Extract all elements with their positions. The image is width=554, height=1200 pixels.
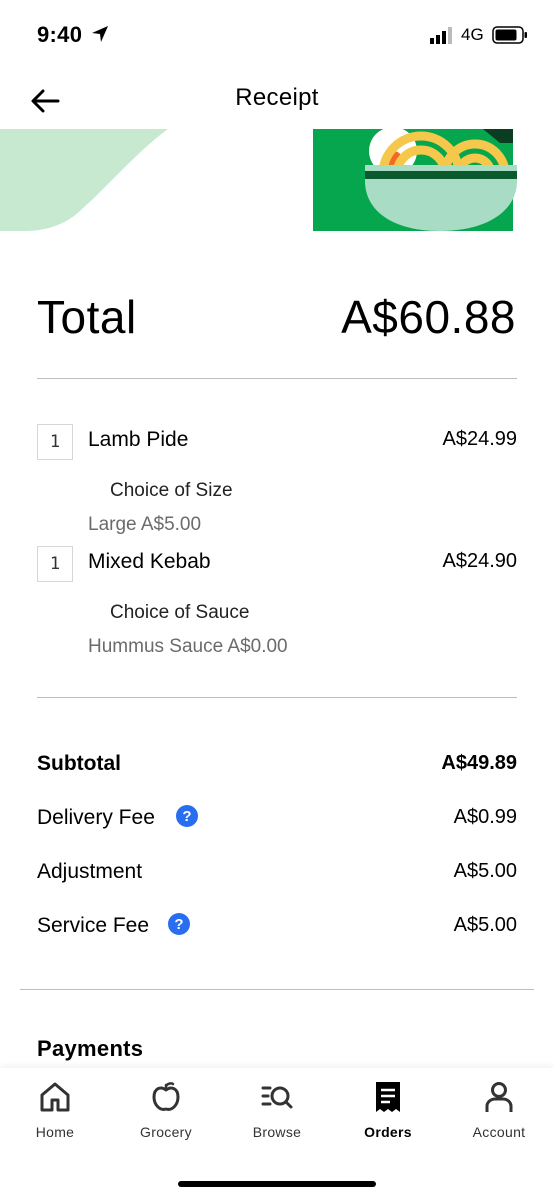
item-option-title: Choice of Sauce [110,602,250,623]
tab-label: Account [472,1124,526,1140]
item-quantity: 1 [37,546,73,582]
item-name: Mixed Kebab [88,550,211,573]
status-time: 9:40 [37,22,83,47]
order-item: 1 Lamb Pide A$24.99 [37,424,517,464]
receipt-icon [376,1082,400,1112]
adjustment-value: A$5.00 [453,860,517,882]
item-price: A$24.99 [442,428,517,450]
item-price: A$24.90 [442,550,517,572]
item-quantity: 1 [37,424,73,460]
delivery-fee-row: Delivery Fee ? A$0.99 [37,805,517,838]
total-label: Total [37,291,137,343]
tab-label: Browse [252,1124,302,1140]
item-option-value: Hummus Sauce A$0.00 [88,636,288,657]
home-icon [40,1082,70,1112]
service-fee-value: A$5.00 [453,914,517,936]
tab-home[interactable]: Home [0,1080,110,1150]
section-divider [20,989,534,990]
tab-grocery[interactable]: Grocery [111,1080,221,1150]
service-fee-help-icon[interactable]: ? [168,913,190,935]
banner-illustration [0,129,517,231]
service-fee-label: Service Fee [37,914,150,937]
item-name: Lamb Pide [88,428,189,451]
tab-account[interactable]: Account [444,1080,554,1150]
divider [37,697,517,698]
tab-label: Grocery [140,1124,192,1140]
item-option-title: Choice of Size [110,480,233,501]
tab-label: Orders [364,1124,412,1140]
adjustment-label: Adjustment [37,860,143,883]
total-value: A$60.88 [341,291,516,343]
page-title: Receipt [235,84,319,111]
tab-browse[interactable]: Browse [222,1080,332,1150]
apple-icon [152,1082,180,1111]
delivery-fee-help-icon[interactable]: ? [176,805,198,827]
subtotal-row: Subtotal A$49.89 [37,752,517,784]
subtotal-value: A$49.89 [441,752,517,774]
order-item: 1 Mixed Kebab A$24.90 [37,546,517,586]
delivery-fee-label: Delivery Fee [37,806,155,829]
person-icon [485,1082,513,1112]
tab-label: Home [35,1124,75,1140]
payments-section-title: Payments [37,1036,144,1061]
divider [37,378,517,379]
service-fee-row: Service Fee ? A$5.00 [37,913,517,946]
home-indicator [178,1181,376,1187]
adjustment-row: Adjustment A$5.00 [37,860,517,892]
browse-icon [261,1086,293,1109]
status-bar: 9:40 4G [0,0,554,70]
delivery-fee-value: A$0.99 [453,806,517,828]
tab-orders[interactable]: Orders [333,1080,443,1150]
cellular-signal-icon [430,27,452,44]
item-option-value: Large A$5.00 [88,514,202,535]
network-type: 4G [461,25,484,44]
location-arrow-icon [92,26,108,42]
subtotal-label: Subtotal [37,752,121,775]
battery-icon [492,26,527,44]
